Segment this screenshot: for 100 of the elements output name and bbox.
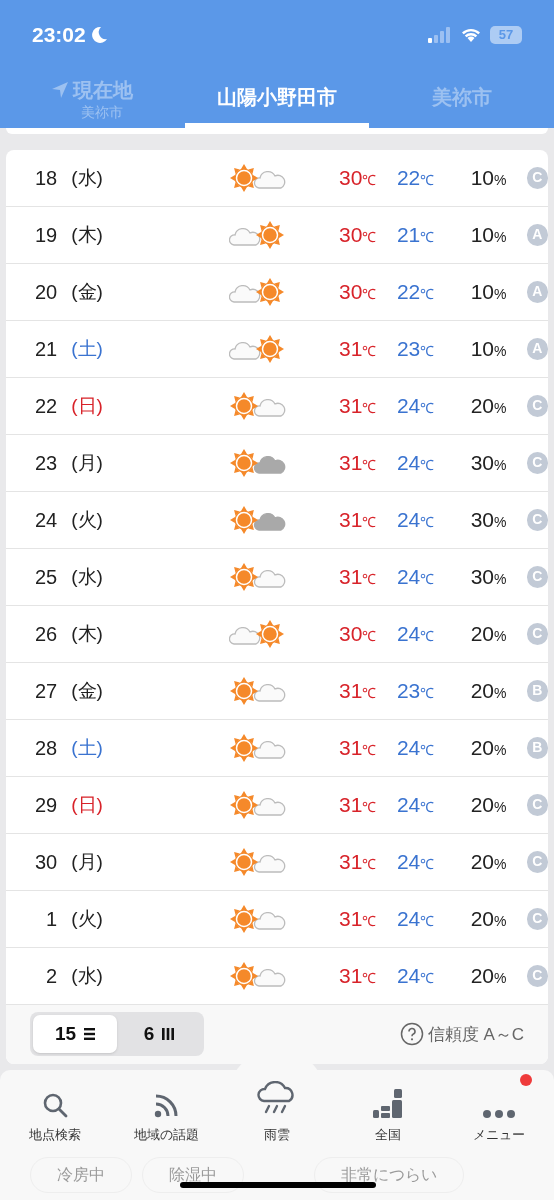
unit-label: % — [494, 229, 507, 248]
nav-item[interactable]: 地点検索 — [0, 1070, 111, 1150]
unit-label: ℃ — [420, 514, 435, 533]
low-temperature: 24 — [396, 507, 421, 534]
view-toggle-option[interactable]: 6 — [117, 1015, 201, 1054]
unit-label: ℃ — [362, 343, 377, 362]
unit-label: % — [494, 685, 507, 704]
low-temperature: 24 — [396, 564, 421, 591]
nav-item[interactable]: 全国 — [332, 1070, 444, 1150]
nav-item[interactable]: 雨雲 — [221, 1070, 333, 1150]
precipitation-chance: 10 — [470, 279, 495, 306]
day-number: 28 — [33, 735, 58, 761]
map-blocks-icon — [371, 1088, 404, 1119]
reliability-badge: C — [526, 793, 548, 816]
low-temperature: 22 — [396, 165, 421, 192]
high-temperature: 30 — [339, 165, 363, 192]
high-temperature: 31 — [339, 906, 363, 933]
list-icon — [84, 1028, 96, 1041]
weekday: (水) — [71, 963, 104, 988]
precipitation-chance: 20 — [470, 906, 495, 933]
unit-label: ℃ — [362, 457, 377, 476]
reliability-badge: C — [526, 907, 548, 930]
unit-label: ℃ — [362, 799, 377, 818]
low-temperature: 23 — [396, 336, 421, 363]
high-temperature: 31 — [339, 792, 363, 819]
weekday: (火) — [71, 507, 104, 532]
low-temperature: 22 — [396, 279, 421, 306]
precipitation-chance: 10 — [470, 222, 495, 249]
low-temperature: 23 — [396, 678, 421, 705]
unit-label: ℃ — [420, 684, 435, 704]
unit-label: ℃ — [362, 400, 377, 419]
day-number: 19 — [33, 222, 58, 248]
unit-label: ℃ — [362, 286, 377, 305]
reliability-badge: C — [526, 622, 548, 645]
precipitation-chance: 20 — [470, 621, 495, 648]
weekday: (月) — [71, 849, 104, 874]
status-time: 23:02 — [32, 22, 86, 49]
unit-label: % — [494, 799, 507, 818]
day-number: 21 — [33, 336, 58, 362]
high-temperature: 31 — [339, 963, 363, 990]
unit-label: ℃ — [362, 913, 377, 932]
unit-label: % — [494, 628, 507, 647]
high-temperature: 31 — [339, 507, 363, 534]
weekday: (日) — [71, 792, 104, 817]
day-number: 30 — [33, 849, 58, 875]
unit-label: ℃ — [362, 571, 377, 590]
unit-label: ℃ — [362, 229, 377, 248]
precipitation-chance: 10 — [470, 165, 495, 192]
signal-waves-icon — [153, 1092, 180, 1119]
weekday: (土) — [71, 336, 104, 361]
high-temperature: 31 — [339, 393, 363, 420]
weekday: (月) — [71, 450, 104, 475]
day-number: 2 — [45, 963, 58, 989]
high-temperature: 30 — [339, 222, 363, 249]
columns-icon — [162, 1028, 175, 1041]
unit-label: ℃ — [362, 970, 377, 989]
low-temperature: 24 — [396, 906, 421, 933]
more-icon — [481, 1108, 516, 1119]
unit-label: % — [494, 172, 507, 191]
unit-label: ℃ — [420, 285, 435, 305]
unit-label: % — [494, 856, 507, 875]
nav-item[interactable]: 地域の話題 — [110, 1070, 222, 1150]
unit-label: ℃ — [420, 229, 435, 248]
moon-icon — [89, 26, 108, 44]
weekday: (木) — [71, 621, 104, 646]
tab-sublabel: 美祢市 — [81, 104, 124, 119]
reliability-badge: A — [526, 337, 548, 360]
high-temperature: 31 — [339, 849, 363, 876]
reliability-badge: A — [526, 223, 548, 246]
view-toggle-option[interactable]: 15 — [33, 1015, 117, 1054]
unit-label: % — [494, 286, 507, 305]
unit-label: ℃ — [362, 856, 377, 875]
unit-label: ℃ — [420, 913, 435, 932]
weekday: (金) — [71, 678, 104, 703]
day-number: 27 — [33, 678, 58, 704]
precipitation-chance: 20 — [470, 393, 495, 420]
day-number: 26 — [33, 621, 58, 647]
unit-label: ℃ — [420, 799, 435, 818]
weekday: (水) — [71, 564, 104, 589]
precipitation-chance: 30 — [470, 564, 495, 591]
unit-label: ℃ — [420, 628, 435, 647]
help-icon[interactable] — [399, 1022, 424, 1047]
low-temperature: 24 — [396, 393, 421, 420]
low-temperature: 24 — [396, 792, 421, 819]
reliability-badge: C — [526, 565, 548, 588]
nav-item[interactable]: メニュー — [443, 1070, 554, 1150]
unit-label: ℃ — [362, 628, 377, 647]
unit-label: % — [494, 457, 507, 476]
low-temperature: 24 — [396, 849, 421, 876]
reliability-badge: C — [526, 451, 548, 474]
day-number: 24 — [33, 507, 58, 533]
low-temperature: 21 — [396, 222, 421, 249]
weekday: (木) — [71, 222, 104, 247]
weekday: (日) — [71, 393, 104, 418]
unit-label: ℃ — [420, 457, 435, 476]
tab-label: 美祢市 — [431, 84, 492, 110]
unit-label: ℃ — [362, 172, 377, 191]
unit-label: ℃ — [420, 856, 435, 875]
high-temperature: 30 — [339, 621, 363, 648]
high-temperature: 31 — [339, 336, 363, 363]
